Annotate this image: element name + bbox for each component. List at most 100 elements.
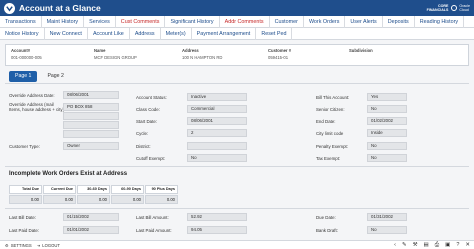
override-address-field-4[interactable] [63, 130, 119, 138]
logout-button[interactable]: ⇥ LOGOUT [37, 243, 60, 248]
subdivision-field: Subdivision [349, 48, 373, 55]
last-paid-amount-label: Last Paid Amount: [136, 228, 172, 233]
logout-label: LOGOUT [42, 242, 60, 248]
customer-number-field: Customer # 059415-01 [268, 48, 291, 60]
tab-new-connect[interactable]: New Connect [45, 28, 88, 40]
footer-toolbar: ‹ ✎ ⚒ ▤ ⎙ ▣ ? ✕ [394, 241, 470, 249]
cancel-icon[interactable]: ✕ [465, 241, 470, 249]
aging-header-total-due: Total Due [9, 185, 42, 194]
last-paid-date-field[interactable]: 01/01/2002 [63, 226, 119, 234]
tab-addr-comments[interactable]: Addr Comments [220, 16, 270, 28]
tab-transactions[interactable]: Transactions [0, 16, 42, 28]
print-icon[interactable]: ⎙ [435, 241, 439, 249]
app-footer: ⚙ SETTINGS ⇥ LOGOUT ‹ ✎ ⚒ ▤ ⎙ ▣ ? ✕ [0, 240, 474, 249]
settings-label: SETTINGS [10, 242, 32, 248]
cutoff-exempt-field[interactable]: No [187, 154, 247, 162]
tools-icon[interactable]: ⚒ [413, 241, 418, 249]
nav-row-1: Transactions Maint History Services Cust… [0, 16, 474, 28]
app-window: Account at a Glance CORE FINANCIALS Orac… [0, 0, 474, 249]
tab-page-2[interactable]: Page 2 [41, 71, 69, 82]
tab-user-alerts[interactable]: User Alerts [345, 16, 383, 28]
tab-cust-comments[interactable]: Cust Comments [116, 16, 166, 28]
tab-payment-arrangement[interactable]: Payment Arrangement [192, 28, 257, 40]
address-label: Address [182, 48, 199, 53]
override-address-label-2: Items, house address + city) [9, 107, 65, 112]
due-date-label: Due Date: [316, 215, 336, 220]
customer-type-field[interactable]: Owner [63, 142, 119, 150]
tab-work-orders[interactable]: Work Orders [304, 16, 346, 28]
last-paid-date-label: Last Paid Date: [9, 228, 40, 233]
app-header: Account at a Glance CORE FINANCIALS Orac… [0, 0, 474, 16]
bank-draft-label: Bank Draft: [316, 228, 338, 233]
override-address-field-3[interactable] [63, 121, 119, 129]
senior-citizen-label: Senior Citizen: [316, 107, 345, 112]
subdivision-label: Subdivision [349, 48, 373, 53]
last-bill-amount-field[interactable]: 52.92 [187, 213, 247, 221]
save-icon[interactable]: ▣ [445, 241, 450, 249]
city-limit-label: City limit code [316, 131, 344, 136]
start-date-field[interactable]: 08/06/2001 [187, 117, 247, 125]
aging-header-30-60: 30-60 Days [77, 185, 110, 194]
last-bill-date-field[interactable]: 01/15/2002 [63, 213, 119, 221]
city-limit-field[interactable]: Inside [367, 129, 407, 137]
brand-line2: FINANCIALS [426, 8, 449, 12]
last-paid-amount-field[interactable]: 94.05 [187, 226, 247, 234]
tab-reading-history[interactable]: Reading History [415, 16, 465, 28]
last-bill-date-label: Last Bill Date: [9, 215, 37, 220]
page-title: Account at a Glance [19, 3, 101, 13]
tab-notice-history[interactable]: Notice History [0, 28, 45, 40]
tax-exempt-label: Tax Exempt: [316, 156, 341, 161]
tax-exempt-field[interactable]: No [367, 154, 407, 162]
district-field[interactable] [187, 142, 247, 150]
cycle-field[interactable]: 2 [187, 129, 247, 137]
help-icon[interactable]: ? [456, 241, 459, 249]
tab-significant-history[interactable]: Significant History [165, 16, 220, 28]
override-address-field[interactable]: PO BOX 858 [63, 103, 119, 111]
override-date-field[interactable]: 08/06/2001 [63, 91, 119, 99]
tab-deposits[interactable]: Deposits [383, 16, 415, 28]
aging-value-60-90: 0.00 [111, 195, 144, 204]
aging-header-90-plus: 90 Plus Days [145, 185, 178, 194]
penalty-exempt-label: Penalty Exempt: [316, 144, 348, 149]
edit-icon[interactable]: ✎ [402, 241, 407, 249]
tab-customer[interactable]: Customer [270, 16, 304, 28]
senior-citizen-field[interactable]: No [367, 105, 407, 113]
last-bill-amount-label: Last Bill Amount: [136, 215, 169, 220]
document-icon[interactable]: ▤ [424, 241, 429, 249]
cutoff-exempt-label: Cutoff Exempt: [136, 156, 165, 161]
address-field: Address 100 N HAMPTON RD [182, 48, 222, 60]
bill-account-field[interactable]: Yes [367, 93, 407, 101]
tab-maint-history[interactable]: Maint History [42, 16, 85, 28]
class-code-label: Class Code: [136, 107, 160, 112]
gear-icon: ⚙ [5, 242, 9, 248]
due-date-field[interactable]: 01/31/2002 [367, 213, 407, 221]
tab-page-1[interactable]: Page 1 [9, 71, 38, 82]
override-address-field-2[interactable] [63, 112, 119, 120]
section-divider [5, 166, 469, 167]
back-icon[interactable]: ‹ [394, 241, 396, 249]
cycle-label: Cycle: [136, 131, 149, 136]
penalty-exempt-field[interactable]: No [367, 142, 407, 150]
tab-reset-ped[interactable]: Reset Ped [256, 28, 293, 40]
customer-number-label: Customer # [268, 48, 292, 53]
app-logo-icon[interactable] [4, 2, 15, 14]
tab-address[interactable]: Address [130, 28, 161, 40]
name-label: Name [94, 48, 106, 53]
nav-row-2: Notice History New Connect Account Like … [0, 28, 474, 40]
cloud-icon [451, 5, 458, 11]
aging-value-90-plus: 0.00 [145, 195, 178, 204]
bank-draft-field[interactable]: No [367, 226, 407, 234]
tab-account-like[interactable]: Account Like [88, 28, 130, 40]
aging-value-row: 0.00 0.00 0.00 0.00 0.00 [9, 195, 179, 204]
class-code-field[interactable]: Commercial [187, 105, 247, 113]
page-tabs-divider [5, 83, 469, 84]
account-status-field[interactable]: Inactive [187, 93, 247, 101]
end-date-field[interactable]: 01/02/2002 [367, 117, 407, 125]
bill-account-label: Bill This Account: [316, 95, 350, 100]
customer-number-value: 059415-01 [268, 55, 289, 60]
settings-button[interactable]: ⚙ SETTINGS [5, 243, 32, 248]
name-field: Name MCF DESIGN GROUP [94, 48, 137, 60]
brand-logo: CORE FINANCIALS [427, 4, 449, 12]
tab-meters[interactable]: Meter(s) [161, 28, 192, 40]
tab-services[interactable]: Services [84, 16, 116, 28]
